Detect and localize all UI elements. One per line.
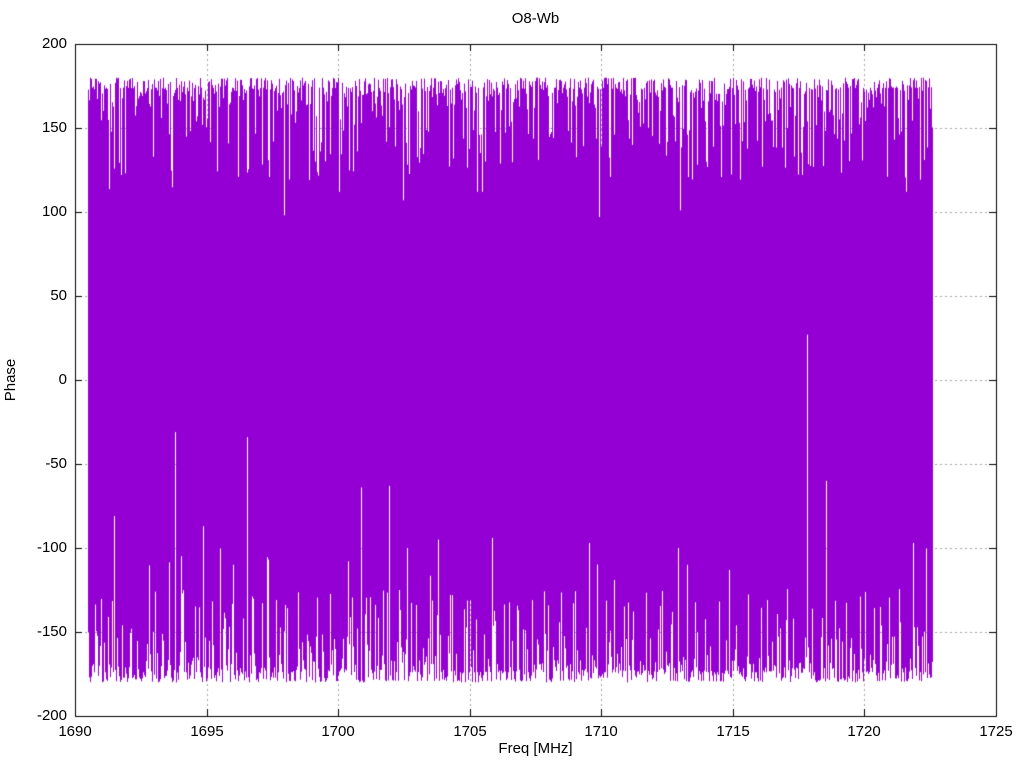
x-tick-label: 1720: [847, 723, 881, 740]
x-tick-label: 1695: [190, 723, 224, 740]
x-tick-label: 1725: [979, 723, 1013, 740]
x-axis-label: Freq [MHz]: [498, 740, 573, 757]
y-tick-label: -50: [45, 455, 67, 472]
y-tick-label: 50: [50, 287, 67, 304]
phase-vs-freq-chart: O8-Wb Phase Freq [MHz] -200 -150 -100 -50 0 5…: [0, 0, 1024, 768]
y-tick-label: 200: [41, 35, 67, 52]
x-tick-label: 1700: [321, 723, 355, 740]
y-tick-label: -100: [36, 539, 67, 556]
x-tick-label: 1715: [716, 723, 750, 740]
y-tick-label: 0: [58, 371, 67, 388]
x-tick-label: 1710: [584, 723, 618, 740]
y-tick-label: 150: [41, 119, 67, 136]
x-tick-label: 1690: [58, 723, 92, 740]
chart-title: O8-Wb: [511, 10, 560, 27]
y-tick-label: -150: [36, 623, 67, 640]
plot-canvas: [0, 0, 1024, 768]
y-tick-label: 100: [41, 203, 67, 220]
x-tick-label: 1705: [453, 723, 487, 740]
